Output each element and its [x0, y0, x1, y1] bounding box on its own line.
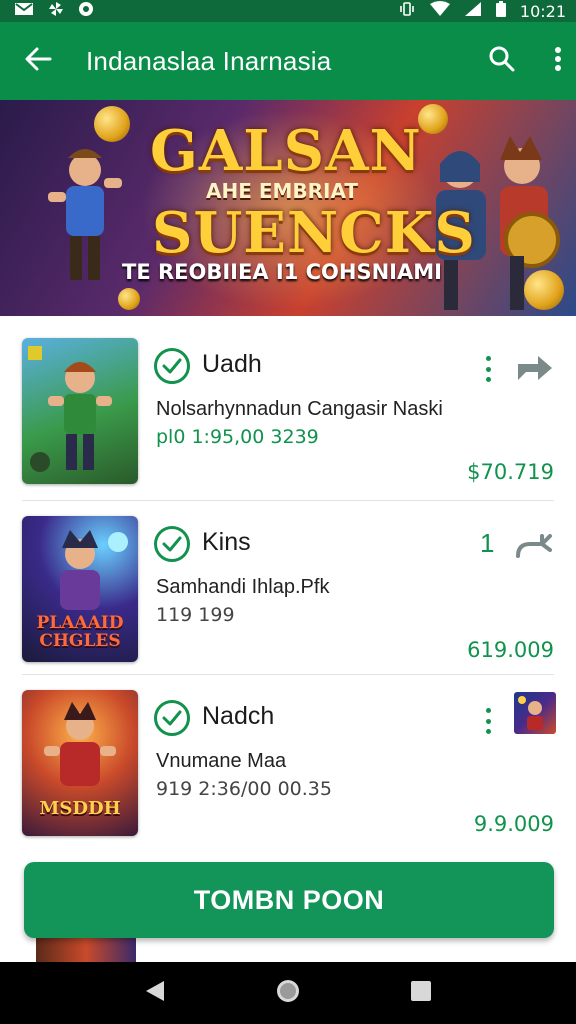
item-description: Samhandi Ihlap.Pfk: [156, 576, 330, 598]
check-circle-icon: [154, 700, 190, 736]
search-icon[interactable]: [488, 45, 516, 78]
circle-badge-icon: [78, 1, 94, 21]
game-thumbnail[interactable]: PLAAAID CHGLES: [22, 516, 138, 662]
item-price: 619.009: [467, 638, 554, 662]
item-meta: 119 199: [156, 604, 235, 626]
list-item[interactable]: PLAAAID CHGLES Kins Samhandi Ihlap.Pfk 1…: [0, 494, 576, 668]
thumbnail-title: PLAAAID CHGLES: [36, 613, 124, 651]
more-vert-icon[interactable]: [554, 46, 562, 77]
app-bar: Indanaslaa Inarnasia: [0, 22, 576, 100]
item-description: Nolsarhynnadun Cangasir Naski: [156, 398, 443, 420]
thumbnail-title: MSDDH: [39, 798, 121, 819]
primary-action-button[interactable]: TOMBN POON: [24, 862, 554, 938]
signal-icon: [464, 1, 482, 21]
promo-banner[interactable]: GALSAN AHE EMBRIAT SUENCKS TE REOBIIEA I…: [0, 100, 576, 316]
square-recents-icon[interactable]: [410, 980, 432, 1007]
system-nav-bar: [0, 962, 576, 1024]
banner-subtitle: TE REOBIIEA I1 COHSNIAMI: [122, 260, 442, 284]
item-meta: 919 2:36/00 00.35: [156, 778, 332, 800]
item-name: Kins: [202, 528, 251, 556]
status-time: 10:21: [519, 1, 566, 21]
item-count: 1: [480, 528, 495, 558]
item-description: Vnumane Maa: [156, 750, 287, 772]
game-thumbnail[interactable]: [22, 338, 138, 484]
list-item[interactable]: MSDDH Nadch Vnumane Maa 919 2:36/00 00.3…: [0, 668, 576, 842]
game-thumbnail[interactable]: MSDDH: [22, 690, 138, 836]
mini-thumbnail[interactable]: [514, 692, 556, 734]
coin-decoration: [94, 106, 130, 142]
battery-icon: [495, 1, 506, 21]
hero-figure-icon: [28, 346, 112, 472]
item-price: $70.719: [467, 460, 554, 484]
check-circle-icon: [154, 348, 190, 384]
share-icon[interactable]: [512, 350, 554, 384]
more-vert-icon[interactable]: [478, 704, 498, 738]
next-item-peek: [36, 938, 136, 964]
banner-title-line2: SUENCKS: [152, 200, 476, 266]
item-meta: pl0 1:95,00 3239: [156, 426, 319, 448]
list-item[interactable]: Uadh Nolsarhynnadun Cangasir Naski pl0 1…: [0, 316, 576, 490]
page-title: Indanaslaa Inarnasia: [86, 45, 332, 76]
coin-decoration: [118, 288, 140, 310]
wifi-icon: [429, 1, 450, 21]
hero-left-illustration: [48, 149, 122, 280]
pinwheel-icon: [48, 1, 64, 21]
mail-icon: [14, 2, 34, 20]
more-vert-icon[interactable]: [478, 352, 498, 386]
item-name: Nadch: [202, 702, 275, 730]
triangle-back-icon[interactable]: [144, 979, 166, 1008]
reply-icon[interactable]: [512, 528, 554, 562]
status-bar: 10:21: [0, 0, 576, 22]
check-circle-icon: [154, 526, 190, 562]
banner-title-line1: GALSAN: [150, 118, 422, 184]
vibrate-icon: [398, 1, 416, 21]
arrow-left-icon[interactable]: [24, 45, 52, 78]
item-name: Uadh: [202, 350, 262, 378]
item-price: 9.9.009: [473, 812, 554, 836]
circle-home-icon[interactable]: [275, 978, 301, 1009]
